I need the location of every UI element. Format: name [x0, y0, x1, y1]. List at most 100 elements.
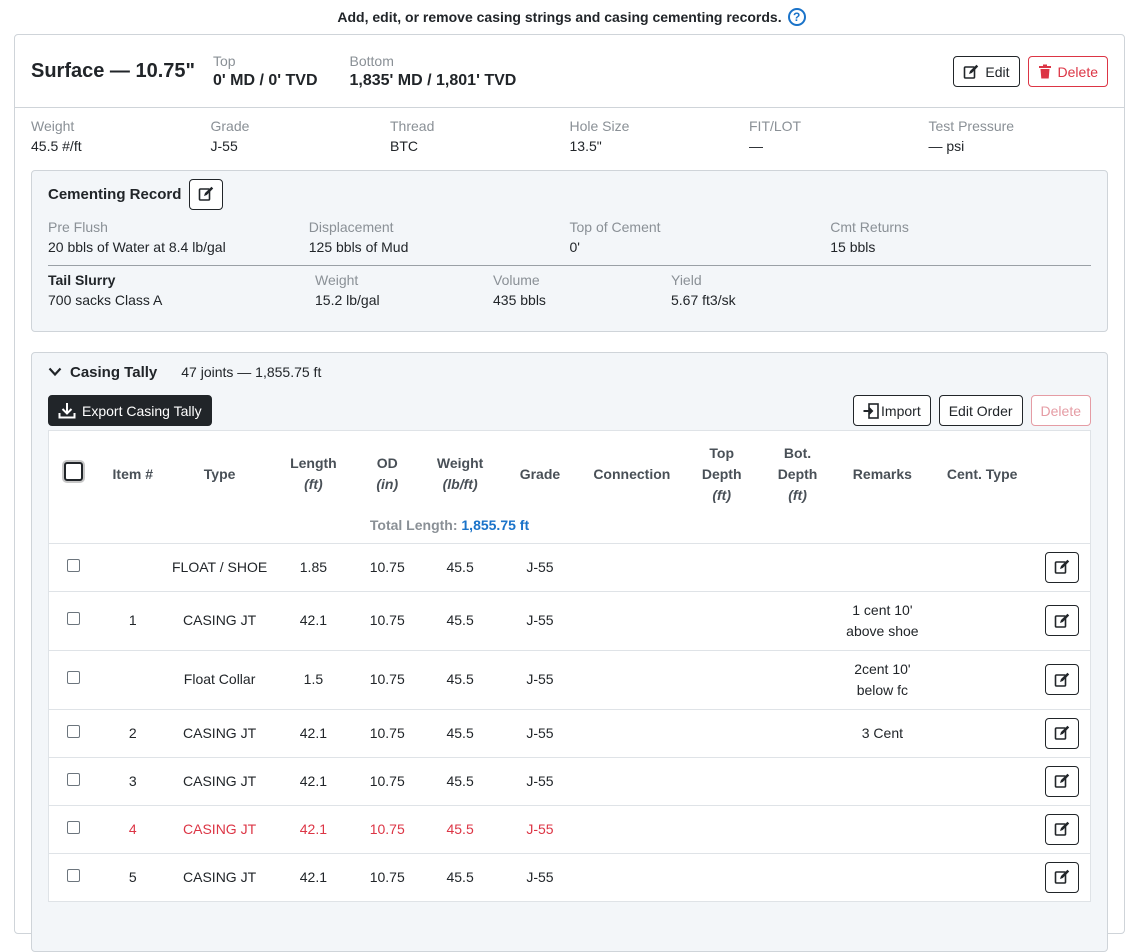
top-value: 0' MD / 0' TVD [213, 71, 318, 89]
cell-weight: 45.5 [420, 756, 501, 805]
col-bot-unit: (ft) [788, 486, 807, 503]
col-length-unit: (ft) [304, 476, 323, 492]
prop-label: Thread [390, 118, 435, 134]
download-icon [58, 403, 76, 419]
import-icon [863, 402, 879, 419]
cell-length: 42.1 [272, 708, 355, 757]
edit-icon [1055, 613, 1070, 628]
export-casing-tally-button[interactable]: Export Casing Tally [48, 395, 212, 426]
table-row: FLOAT / SHOE 1.85 10.75 45.5 J-55 [49, 542, 1090, 591]
remarks-line-2: below fc [856, 681, 909, 698]
cem-label: Top of Cement [569, 219, 661, 235]
row-checkbox[interactable] [67, 558, 81, 572]
edit-row-button[interactable] [1045, 717, 1080, 749]
tail-slurry-title: Tail Slurry [48, 272, 116, 288]
col-item[interactable]: Item # [99, 431, 167, 517]
cell-connection [579, 852, 684, 901]
cell-weight: 45.5 [420, 542, 501, 591]
cell-remarks: 1 cent 10' above shoe [835, 590, 930, 650]
import-button[interactable]: Import [853, 395, 931, 426]
col-top-label-2: Depth [701, 465, 742, 482]
cell-bot-depth [759, 804, 836, 853]
edit-row-button[interactable] [1045, 813, 1080, 845]
edit-row-button[interactable] [1045, 605, 1080, 636]
table-row: 2 CASING JT 42.1 10.75 45.5 J-55 3 Cent [49, 708, 1090, 757]
delete-rows-button[interactable]: Delete [1030, 395, 1091, 426]
col-bot-label-2: Depth [777, 465, 818, 482]
table-row: 5 CASING JT 42.1 10.75 45.5 J-55 [49, 852, 1090, 901]
cell-length: 42.1 [272, 590, 355, 650]
cem-value: 435 bbls [493, 292, 546, 308]
prop-label: Grade [210, 118, 250, 134]
row-checkbox[interactable] [67, 612, 81, 625]
col-od-unit: (in) [376, 476, 399, 492]
edit-row-button[interactable] [1045, 664, 1080, 695]
casing-tally-table: Item # Type Length (ft) OD (in) Weight (lb/… [48, 430, 1091, 902]
cell-connection [579, 804, 684, 853]
edit-row-button[interactable] [1045, 861, 1080, 893]
cell-weight: 45.5 [420, 708, 501, 757]
top-label: Top [213, 52, 236, 69]
col-weight[interactable]: Weight (lb/ft) [420, 431, 500, 517]
cell-bot-depth [759, 852, 836, 901]
casing-title: Surface — 10.75" [31, 59, 196, 82]
cell-top-depth [683, 542, 760, 591]
col-bot-depth[interactable]: Bot. Depth (ft) [760, 431, 836, 517]
edit-order-button[interactable]: Edit Order [938, 395, 1023, 426]
row-checkbox[interactable] [67, 724, 81, 738]
row-checkbox[interactable] [67, 868, 81, 882]
delete-rows-label: Delete [1040, 402, 1081, 419]
cem-returns: Cmt Returns 15 bbls [830, 219, 1091, 255]
cell-remarks: 2cent 10' below fc [835, 649, 930, 709]
cell-item: 5 [98, 852, 167, 901]
edit-icon [1055, 559, 1070, 574]
prop-value: 13.5" [569, 138, 602, 154]
col-od-label: OD [376, 455, 398, 471]
help-icon[interactable]: ? [787, 8, 806, 26]
cell-type: CASING JT [166, 804, 273, 853]
edit-cementing-button[interactable] [189, 178, 224, 210]
edit-casing-label: Edit [985, 63, 1010, 80]
cell-od: 10.75 [354, 756, 421, 805]
total-length-label: Total Length: [369, 517, 458, 533]
cell-top-depth [683, 649, 760, 709]
casing-header: Surface — 10.75" Top 0' MD / 0' TVD Bott… [15, 35, 1124, 108]
cell-weight: 45.5 [420, 804, 501, 853]
casing-tally-toggle[interactable]: Casing Tally [48, 364, 157, 381]
cell-top-depth [683, 756, 760, 805]
cell-weight: 45.5 [420, 852, 501, 901]
cell-grade: J-55 [500, 852, 580, 901]
col-bot-label-1: Bot. [783, 444, 812, 461]
cell-remarks [835, 542, 930, 591]
edit-casing-button[interactable]: Edit [953, 56, 1020, 87]
select-all-checkbox[interactable] [64, 461, 84, 481]
col-length[interactable]: Length (ft) [272, 431, 354, 517]
col-type[interactable]: Type [167, 431, 273, 517]
col-top-label-1: Top [709, 444, 734, 461]
edit-row-button[interactable] [1045, 765, 1080, 797]
col-connection[interactable]: Connection [580, 431, 684, 517]
cell-od: 10.75 [354, 852, 421, 901]
edit-icon [1055, 672, 1070, 687]
prop-label: FIT/LOT [749, 118, 802, 134]
total-length-row: Total Length: 1,855.75 ft [49, 517, 1090, 543]
col-remarks[interactable]: Remarks [835, 431, 929, 517]
col-top-depth[interactable]: Top Depth (ft) [684, 431, 760, 517]
cell-remarks [835, 852, 930, 901]
tail-slurry: Tail Slurry 700 sacks Class A [48, 272, 315, 308]
cem-label: Pre Flush [48, 219, 108, 235]
col-cent-type[interactable]: Cent. Type [929, 431, 1035, 517]
col-grade[interactable]: Grade [500, 431, 580, 517]
delete-casing-button[interactable]: Delete [1027, 56, 1108, 87]
edit-icon [1055, 821, 1070, 836]
row-checkbox[interactable] [67, 671, 81, 684]
cell-cent-type [929, 708, 1035, 757]
edit-icon [1055, 725, 1070, 740]
row-checkbox[interactable] [67, 772, 81, 786]
edit-icon [199, 186, 214, 201]
tail-weight: Weight 15.2 lb/gal [315, 272, 493, 308]
col-od[interactable]: OD (in) [354, 431, 420, 517]
cell-grade: J-55 [500, 756, 580, 805]
edit-row-button[interactable] [1045, 551, 1080, 583]
row-checkbox[interactable] [67, 820, 81, 834]
